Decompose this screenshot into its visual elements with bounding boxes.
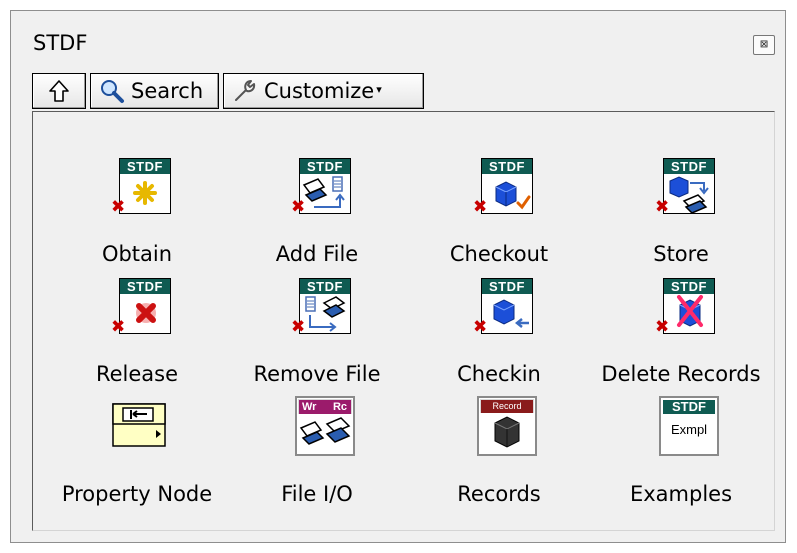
customize-button[interactable]: Customize ▾ bbox=[223, 73, 424, 109]
store-icon: STDF ✖ bbox=[651, 152, 715, 216]
remove-file-icon: STDF ✖ bbox=[287, 272, 351, 336]
dropdown-caret-icon: ▾ bbox=[376, 82, 382, 96]
palette-item-store[interactable]: STDF ✖ Store bbox=[591, 152, 771, 282]
palette-item-file-io[interactable]: Wr Rc File I/O bbox=[227, 392, 407, 522]
palette-item-obtain[interactable]: STDF ✖ Obtain bbox=[47, 152, 227, 282]
item-label: Add File bbox=[275, 242, 359, 266]
item-label: Records bbox=[457, 482, 541, 506]
records-icon: Record bbox=[469, 392, 537, 456]
search-icon bbox=[101, 80, 124, 103]
search-label: Search bbox=[131, 79, 204, 103]
wrench-icon bbox=[235, 80, 256, 101]
palette-item-checkin[interactable]: STDF ✖ Checkin bbox=[409, 272, 589, 402]
item-label: Obtain bbox=[101, 242, 173, 266]
item-label: Remove File bbox=[253, 362, 381, 386]
item-label: File I/O bbox=[281, 482, 353, 506]
palette-content: STDF ✖ Obtain STDF ✖ Add File STDF ✖ Che… bbox=[32, 111, 775, 531]
up-arrow-icon bbox=[49, 80, 69, 102]
item-label: Release bbox=[95, 362, 179, 386]
checkin-icon: STDF ✖ bbox=[469, 272, 533, 336]
palette-item-examples[interactable]: STDF Exmpl Examples bbox=[591, 392, 771, 522]
examples-icon: STDF Exmpl bbox=[651, 392, 719, 456]
add-file-icon: STDF ✖ bbox=[287, 152, 351, 216]
item-label: Store bbox=[653, 242, 709, 266]
palette-item-add-file[interactable]: STDF ✖ Add File bbox=[227, 152, 407, 282]
palette-item-checkout[interactable]: STDF ✖ Checkout bbox=[409, 152, 589, 282]
delete-records-icon: STDF ✖ bbox=[651, 272, 715, 336]
checkout-icon: STDF ✖ bbox=[469, 152, 533, 216]
toolbar: Search Customize ▾ bbox=[32, 73, 428, 109]
customize-label: Customize bbox=[264, 79, 375, 103]
item-label: Delete Records bbox=[601, 362, 761, 386]
property-node-icon bbox=[107, 392, 171, 456]
release-icon: STDF ✖ bbox=[107, 272, 171, 336]
window-title: STDF bbox=[33, 31, 88, 55]
palette-item-delete-records[interactable]: STDF ✖ Delete Records bbox=[591, 272, 771, 402]
item-label: Checkout bbox=[449, 242, 549, 266]
title-bar: STDF ⊠ bbox=[11, 11, 785, 67]
close-button[interactable]: ⊠ bbox=[753, 35, 775, 55]
palette-item-property-node[interactable]: Property Node bbox=[47, 392, 227, 522]
palette-item-remove-file[interactable]: STDF ✖ Remove File bbox=[227, 272, 407, 402]
palette-item-records[interactable]: Record Records bbox=[409, 392, 589, 522]
file-io-icon: Wr Rc bbox=[287, 392, 355, 456]
palette-window: STDF ⊠ Search Customize ▾ STDF ✖ Obtain … bbox=[10, 10, 786, 543]
item-label: Property Node bbox=[61, 482, 213, 506]
item-label: Examples bbox=[629, 482, 733, 506]
obtain-icon: STDF ✖ bbox=[107, 152, 171, 216]
item-label: Checkin bbox=[457, 362, 541, 386]
palette-item-release[interactable]: STDF ✖ Release bbox=[47, 272, 227, 402]
search-button[interactable]: Search bbox=[90, 73, 219, 109]
up-button[interactable] bbox=[32, 73, 86, 109]
